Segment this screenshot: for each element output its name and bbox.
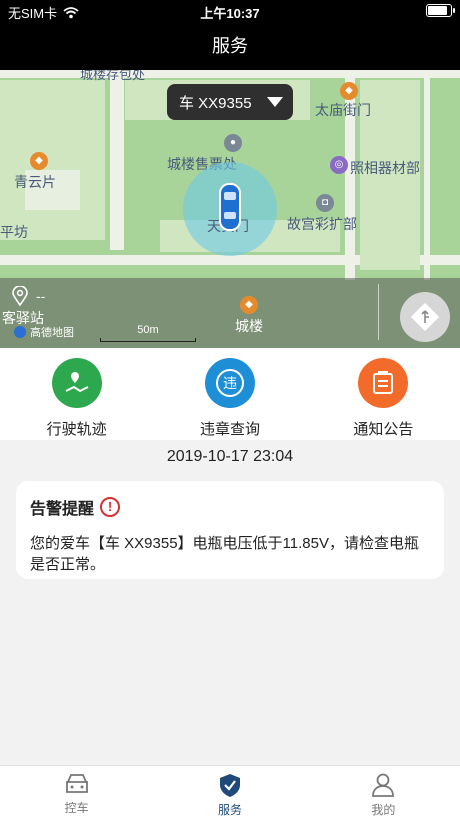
battery-icon [426, 4, 455, 17]
map-label: 城楼存包处 [80, 70, 146, 82]
map-brand-logo-icon [14, 326, 26, 338]
map-label: 城楼 [235, 318, 263, 334]
alert-title: 告警提醒 [30, 501, 95, 518]
car-selector-label: 车 XX9355 [179, 94, 252, 112]
poi-icon: ◎ [330, 156, 348, 174]
car-selector[interactable]: 车 XX9355 [167, 84, 293, 120]
poi-icon: ◆ [240, 296, 258, 314]
tab-service[interactable]: 服务 [153, 766, 306, 818]
chevron-down-icon [267, 97, 283, 107]
map-road [424, 70, 430, 280]
alert-icon: ! [100, 497, 121, 517]
action-notice[interactable]: 通知公告 [307, 348, 460, 440]
tab-label: 服务 [217, 803, 242, 817]
map-scale-label: 50m [137, 324, 159, 336]
poi-icon: ◘ [316, 194, 334, 212]
navigation-icon [410, 302, 440, 332]
tab-label: 我的 [371, 803, 396, 817]
map-road [0, 70, 460, 78]
alert-card[interactable]: 告警提醒 ! 您的爱车【车 XX9355】电瓶电压低于11.85V，请检查电瓶是… [16, 481, 444, 579]
divider [378, 284, 379, 340]
map-label: 照相器材部 [350, 160, 420, 176]
poi-icon: ● [224, 134, 242, 152]
location-text: -- [36, 288, 46, 304]
alert-date: 2019-10-17 23:04 [166, 448, 294, 465]
poi-icon: ◆ [340, 82, 358, 100]
tab-bar: 控车 服务 我的 [0, 765, 460, 818]
tab-car-control[interactable]: 控车 [0, 766, 153, 818]
location-row: -- [12, 286, 45, 306]
user-icon [372, 773, 395, 797]
map-brand: 高德地图 [14, 324, 74, 340]
poi-icon: ◆ [30, 152, 48, 170]
map-block [0, 80, 105, 240]
action-driving-track[interactable]: 行驶轨迹 [0, 348, 153, 440]
page-title: 服务 [0, 22, 460, 70]
car-marker-icon[interactable] [218, 182, 242, 232]
alert-message: 您的爱车【车 XX9355】电瓶电压低于11.85V，请检查电瓶是否正常。 [30, 535, 419, 573]
action-violation-query[interactable]: 违 违章查询 [153, 348, 306, 440]
action-label: 违章查询 [199, 421, 260, 438]
action-label: 行驶轨迹 [46, 421, 107, 438]
violation-icon: 违 [204, 358, 255, 408]
map-label: 太庙街门 [315, 102, 371, 118]
map-scale-bar [100, 338, 196, 342]
track-icon [51, 358, 102, 408]
quick-actions: 行驶轨迹 违 违章查询 通知公告 [0, 348, 460, 440]
notice-icon [358, 358, 409, 408]
map-label: 平坊 [0, 224, 28, 240]
map-road [110, 70, 124, 250]
map-label: 故宫彩扩部 [287, 216, 357, 232]
map-view[interactable]: 城楼存包处 ◆ 太庙街门 ◆ 青云片 ● 城楼售票处 ◎ 照相器材部 ◘ 故宫彩… [0, 70, 460, 348]
navigate-button[interactable] [400, 292, 450, 342]
map-brand-text: 高德地图 [30, 327, 74, 339]
svg-text:违: 违 [223, 376, 237, 392]
action-label: 通知公告 [353, 421, 414, 438]
car-icon [65, 774, 88, 793]
tab-mine[interactable]: 我的 [307, 766, 460, 818]
alert-title-row: 告警提醒 ! [30, 495, 430, 519]
shield-check-icon [219, 774, 240, 797]
map-info-bar: -- 客驿站 ◆ 城楼 高德地图 50m [0, 278, 460, 348]
status-bar: 无SIM卡 上午10:37 [0, 0, 460, 22]
location-pin-icon [12, 286, 28, 306]
map-scale: 50m [100, 324, 196, 342]
status-time: 上午10:37 [200, 6, 260, 21]
map-label: 青云片 [14, 174, 56, 190]
tab-label: 控车 [64, 801, 89, 815]
